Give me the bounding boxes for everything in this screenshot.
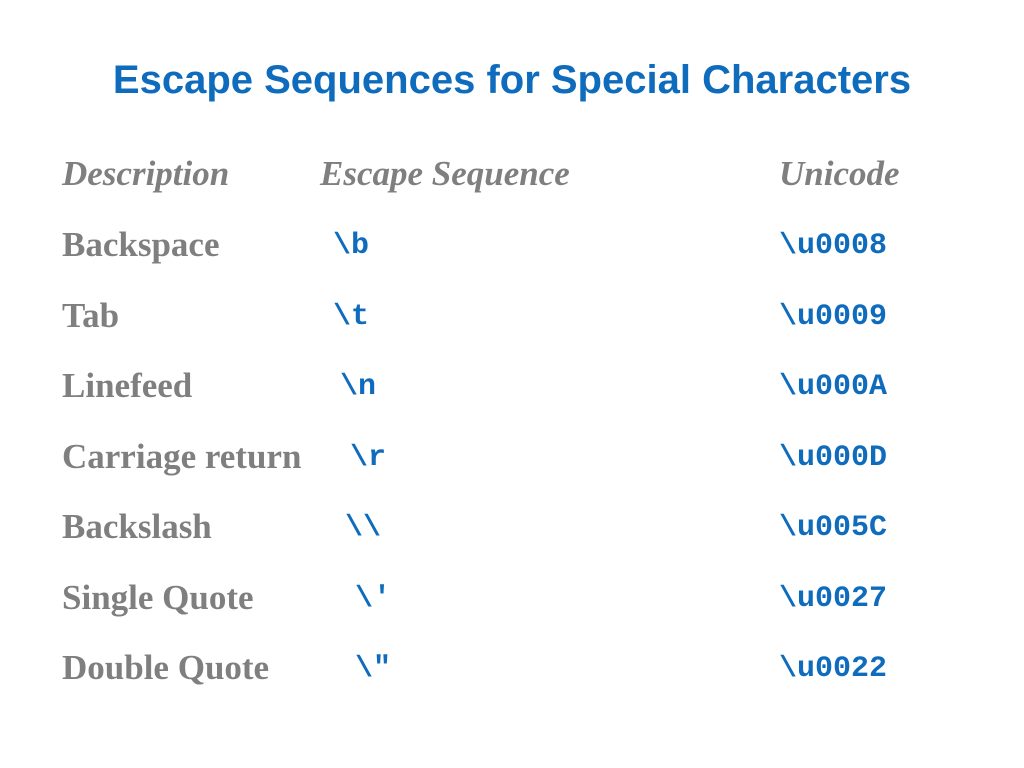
row-description: Carriage return xyxy=(62,437,302,476)
header-unicode: Unicode xyxy=(779,154,900,193)
header-description: Description xyxy=(62,154,230,193)
header-escape-sequence: Escape Sequence xyxy=(320,154,570,193)
row-unicode: \u0008 xyxy=(779,229,888,263)
row-description: Double Quote xyxy=(62,648,270,687)
row-unicode: \u000A xyxy=(779,370,888,404)
row-unicode: \u0027 xyxy=(779,582,888,616)
row-description: Single Quote xyxy=(62,578,254,617)
row-escape: \b xyxy=(333,229,370,263)
row-unicode: \u0009 xyxy=(779,300,888,334)
row-unicode: \u005C xyxy=(779,511,888,545)
row-description: Backspace xyxy=(62,225,220,264)
row-description: Backslash xyxy=(62,507,212,546)
row-description: Tab xyxy=(62,296,120,335)
row-escape: \n xyxy=(340,370,377,404)
row-description: Linefeed xyxy=(62,366,193,405)
row-escape: \t xyxy=(333,300,370,334)
slide-title: Escape Sequences for Special Characters xyxy=(112,58,912,102)
row-escape: \\ xyxy=(345,511,382,545)
row-unicode: \u0022 xyxy=(779,652,888,686)
row-escape: \′ xyxy=(355,582,392,616)
row-escape: \r xyxy=(350,441,387,475)
row-escape: \″ xyxy=(355,652,392,686)
row-unicode: \u000D xyxy=(779,441,888,475)
